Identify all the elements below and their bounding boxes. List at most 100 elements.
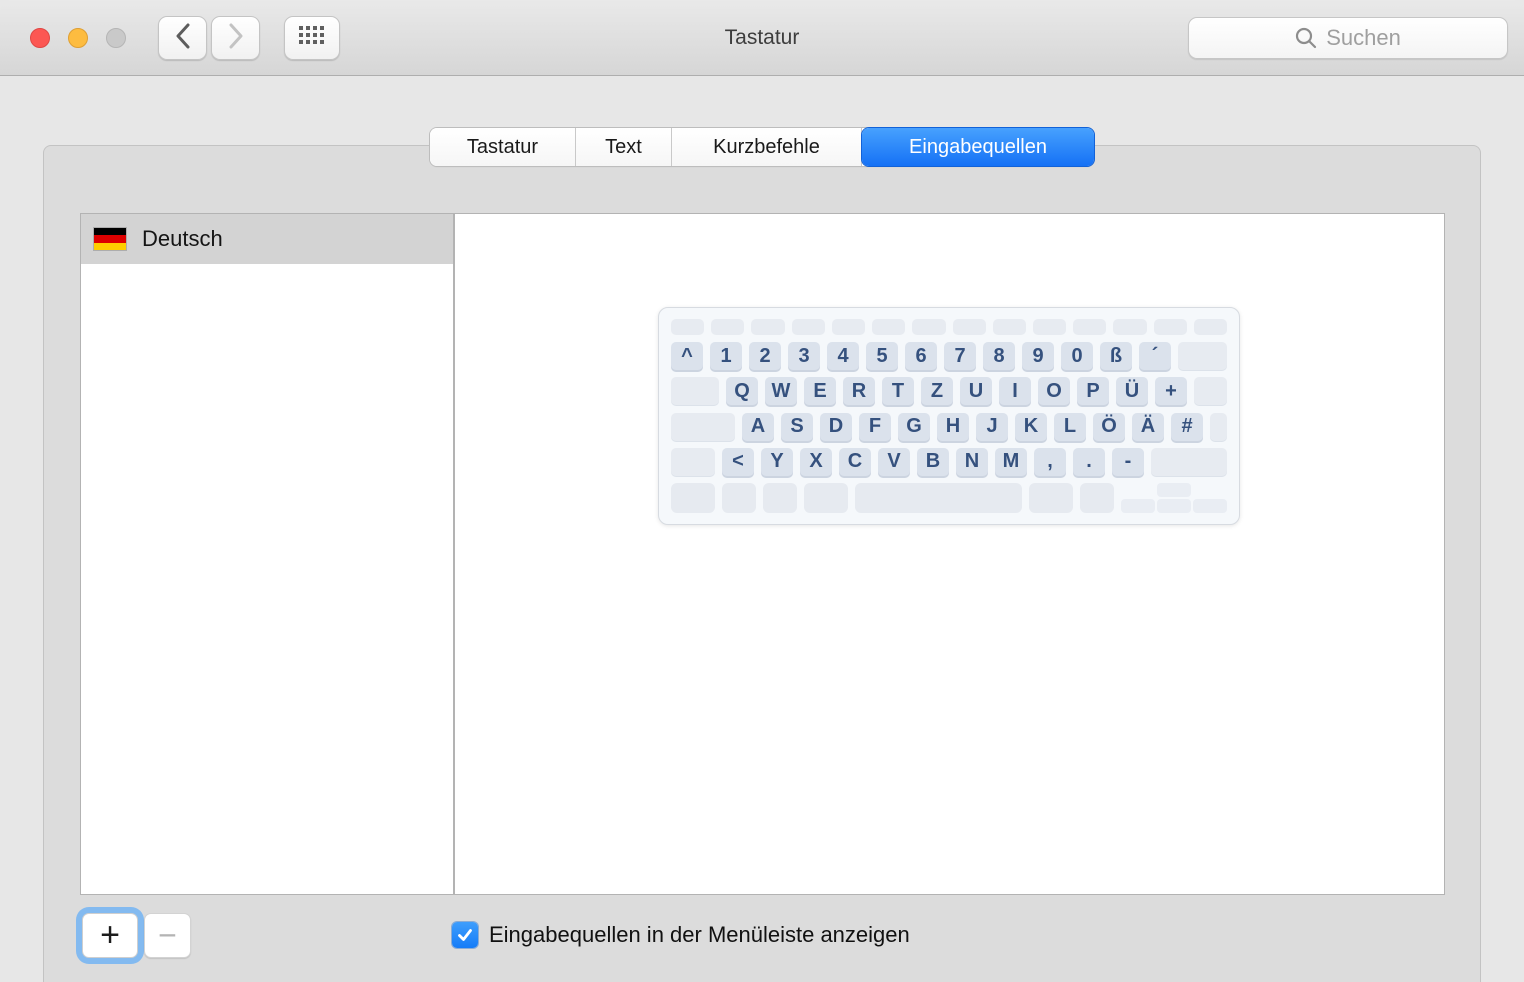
home-row: A S D F G H J K L Ö Ä # xyxy=(671,412,1227,441)
function-key xyxy=(952,319,986,335)
right-arrow-key xyxy=(1193,498,1227,513)
close-button[interactable] xyxy=(30,28,50,48)
key-9: 9 xyxy=(1022,342,1054,371)
forward-chevron-icon xyxy=(228,23,244,54)
key-E: E xyxy=(804,377,836,406)
search-input[interactable]: Suchen xyxy=(1188,17,1508,59)
history-nav-group xyxy=(158,16,260,60)
blank-key xyxy=(671,412,735,441)
function-key xyxy=(872,319,906,335)
blank-key xyxy=(1194,377,1227,406)
tab-bar: Tastatur Text Kurzbefehle Eingabequellen xyxy=(430,128,1094,166)
key-G: G xyxy=(898,412,930,441)
tab-text[interactable]: Text xyxy=(576,128,672,166)
key-5: 5 xyxy=(866,342,898,371)
keyboard-preferences-window: Tastatur Suchen Tastatur Text Kurzbefehle E… xyxy=(0,0,1524,982)
key-B: B xyxy=(917,447,949,476)
back-chevron-icon xyxy=(175,23,191,54)
key-7: 7 xyxy=(944,342,976,371)
show-all-grid-icon xyxy=(299,25,325,51)
tab-tastatur[interactable]: Tastatur xyxy=(430,128,576,166)
tab-kurzbefehle[interactable]: Kurzbefehle xyxy=(672,128,862,166)
key-D: D xyxy=(820,412,852,441)
key-6: 6 xyxy=(905,342,937,371)
show-in-menubar-checkbox[interactable] xyxy=(452,922,478,948)
input-source-row-deutsch[interactable]: Deutsch xyxy=(81,214,453,264)
blank-key xyxy=(1210,412,1227,441)
key-#: # xyxy=(1171,412,1203,441)
key-M: M xyxy=(995,447,1027,476)
key-T: T xyxy=(882,377,914,406)
key-Z: Z xyxy=(921,377,953,406)
minimize-button[interactable] xyxy=(68,28,88,48)
tab-eingabequellen[interactable]: Eingabequellen xyxy=(862,128,1094,166)
bottom-letter-row: < Y X C V B N M,. - xyxy=(671,447,1227,476)
zoom-button xyxy=(106,28,126,48)
blank-key xyxy=(671,377,719,406)
key-1: 1 xyxy=(710,342,742,371)
modifier-row xyxy=(671,482,1227,513)
key-F: F xyxy=(859,412,891,441)
key-Ä: Ä xyxy=(1132,412,1164,441)
key-3: 3 xyxy=(788,342,820,371)
checkmark-icon xyxy=(456,926,474,944)
show-all-preferences-button[interactable] xyxy=(284,16,340,60)
function-key xyxy=(751,319,785,335)
space-key xyxy=(855,482,1022,513)
key-Ö: Ö xyxy=(1093,412,1125,441)
key-Y: Y xyxy=(761,447,793,476)
key-Ü: Ü xyxy=(1116,377,1148,406)
blank-key xyxy=(804,482,848,513)
key-0: 0 xyxy=(1061,342,1093,371)
key-R: R xyxy=(843,377,875,406)
key-O: O xyxy=(1038,377,1070,406)
left-arrow-key xyxy=(1121,498,1155,513)
key-W: W xyxy=(765,377,797,406)
function-row xyxy=(671,319,1228,335)
search-placeholder: Suchen xyxy=(1326,25,1401,50)
key-4: 4 xyxy=(827,342,859,371)
function-key xyxy=(1073,319,1107,335)
keyboard-layout-preview: ^ 1 2 3 4 5 6 7 8 9 0 ß ´ Q W E R T Z U I O P Ü + A S D F G H J K L Ö Ä # < Y X… xyxy=(658,307,1240,525)
key-ß: ß xyxy=(1100,342,1132,371)
key-L: L xyxy=(1054,412,1086,441)
key-P: P xyxy=(1077,377,1109,406)
function-key xyxy=(711,319,745,335)
german-flag-icon xyxy=(94,228,126,250)
key-V: V xyxy=(878,447,910,476)
key-<: < xyxy=(722,447,754,476)
function-key xyxy=(1193,319,1228,335)
blank-key xyxy=(722,482,756,513)
down-arrow-key xyxy=(1157,498,1191,513)
up-arrow-key xyxy=(1157,482,1191,497)
key-H: H xyxy=(937,412,969,441)
blank-key xyxy=(1080,482,1114,513)
function-key xyxy=(1113,319,1147,335)
blank-key xyxy=(763,482,797,513)
key-J: J xyxy=(976,412,1008,441)
function-key xyxy=(992,319,1026,335)
arrow-key-cluster xyxy=(1121,482,1227,513)
key-U: U xyxy=(960,377,992,406)
back-button[interactable] xyxy=(158,16,207,60)
menubar-checkbox-label: Eingabequellen in der Menüleiste anzeige… xyxy=(489,922,910,947)
function-key xyxy=(671,319,705,335)
blank-key xyxy=(1029,482,1073,513)
add-input-source-button[interactable]: + xyxy=(82,913,138,958)
key-N: N xyxy=(956,447,988,476)
list-divider xyxy=(453,214,455,894)
forward-button xyxy=(211,16,260,60)
top-letter-row: Q W E R T Z U I O P Ü + xyxy=(671,377,1227,406)
input-source-label: Deutsch xyxy=(142,226,223,251)
key-A: A xyxy=(742,412,774,441)
key-I: I xyxy=(999,377,1031,406)
key-2: 2 xyxy=(749,342,781,371)
function-key xyxy=(1032,319,1067,335)
key-K: K xyxy=(1015,412,1047,441)
key-Q: Q xyxy=(726,377,758,406)
search-icon xyxy=(1295,27,1317,49)
key-S: S xyxy=(781,412,813,441)
blank-key xyxy=(671,482,715,513)
remove-input-source-button[interactable]: − xyxy=(144,913,191,958)
key--: - xyxy=(1112,447,1144,476)
